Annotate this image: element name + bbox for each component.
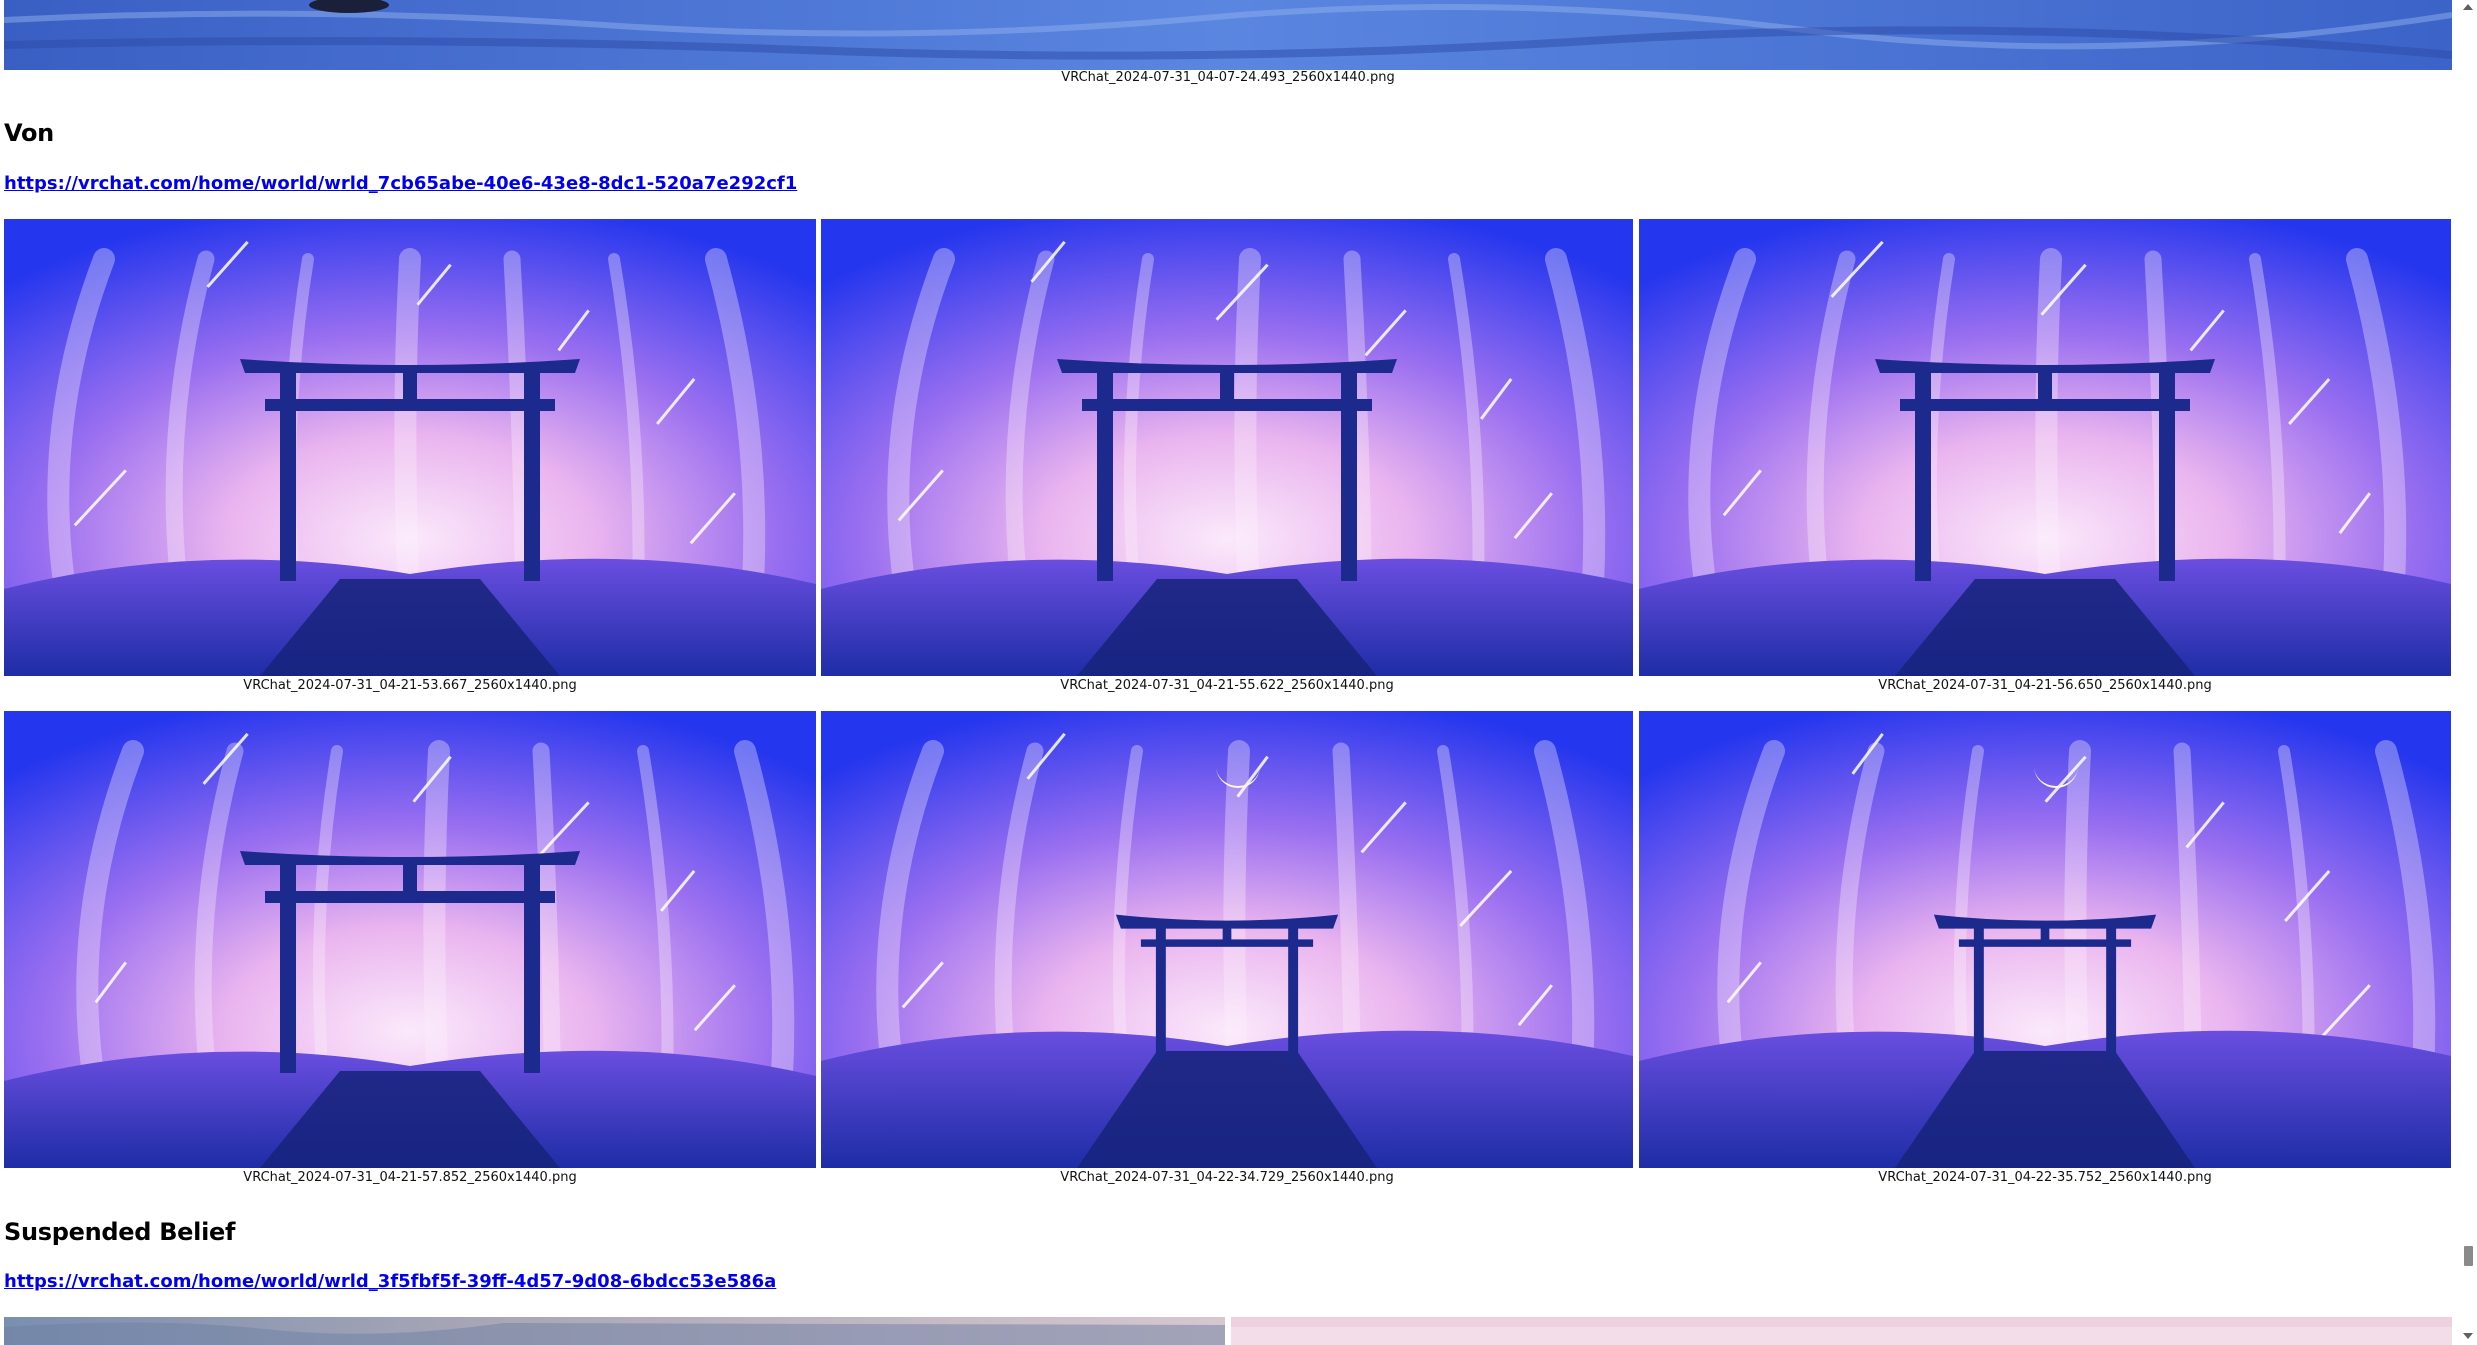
torii-screenshot — [4, 219, 816, 676]
torii-screenshot — [1639, 219, 2451, 676]
scroll-up-icon[interactable] — [2463, 4, 2473, 10]
image-caption: VRChat_2024-07-31_04-21-55.622_2560x1440… — [1060, 678, 1394, 693]
world-title: Von — [4, 119, 54, 147]
torii-screenshot — [1639, 711, 2451, 1168]
image-caption: VRChat_2024-07-31_04-21-57.852_2560x1440… — [243, 1170, 577, 1185]
vertical-scrollbar[interactable] — [2460, 0, 2477, 1345]
image-caption: VRChat_2024-07-31_04-21-56.650_2560x1440… — [1878, 678, 2212, 693]
image-caption: VRChat_2024-07-31_04-22-35.752_2560x1440… — [1878, 1170, 2212, 1185]
scroll-down-icon[interactable] — [2463, 1333, 2473, 1339]
world-title: Suspended Belief — [4, 1218, 236, 1246]
torii-screenshot — [821, 711, 1633, 1168]
torii-screenshot — [4, 711, 816, 1168]
scrollbar-thumb[interactable] — [2464, 1246, 2473, 1266]
screenshot-image-partial — [1231, 1317, 2452, 1345]
screenshot-image-partial — [4, 1317, 1225, 1345]
screenshot-image-water — [4, 0, 2452, 70]
image-caption: VRChat_2024-07-31_04-22-34.729_2560x1440… — [1060, 1170, 1394, 1185]
world-link[interactable]: https://vrchat.com/home/world/wrld_3f5fb… — [4, 1271, 776, 1292]
torii-screenshot — [821, 219, 1633, 676]
world-link[interactable]: https://vrchat.com/home/world/wrld_7cb65… — [4, 173, 797, 194]
image-caption: VRChat_2024-07-31_04-07-24.493_2560x1440… — [1061, 70, 1395, 85]
image-caption: VRChat_2024-07-31_04-21-53.667_2560x1440… — [243, 678, 577, 693]
